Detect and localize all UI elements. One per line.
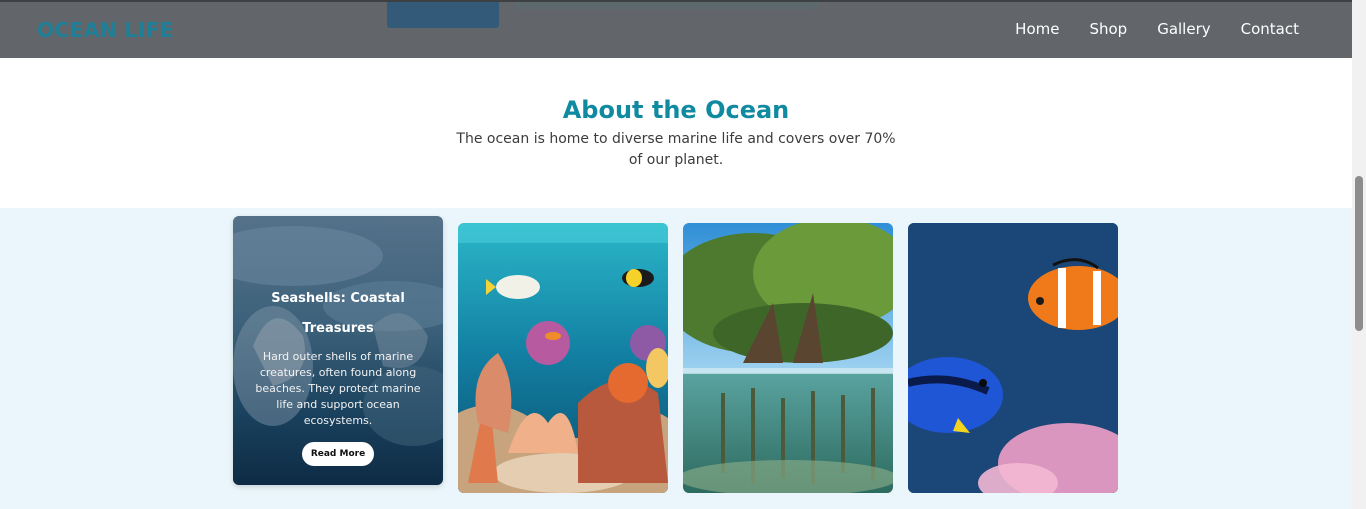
scrollbar-thumb[interactable] bbox=[1355, 176, 1363, 331]
about-text: The ocean is home to diverse marine life… bbox=[456, 131, 896, 168]
gallery-section: Seashells: Coastal Treasures Hard outer … bbox=[0, 208, 1352, 509]
card-title: Seashells: Coastal Treasures bbox=[271, 291, 405, 336]
card-description: Hard outer shells of marine creatures, o… bbox=[255, 350, 421, 427]
clownfish-card[interactable] bbox=[908, 223, 1118, 493]
page-scrollbar[interactable] bbox=[1352, 0, 1366, 509]
read-more-button[interactable]: Read More bbox=[302, 442, 374, 466]
seashell-card[interactable]: Seashells: Coastal Treasures Hard outer … bbox=[233, 216, 443, 485]
coral-reef-card[interactable] bbox=[458, 223, 668, 493]
clownfish-tang-image bbox=[908, 223, 1118, 493]
nav-home[interactable]: Home bbox=[1015, 20, 1059, 38]
underlying-hero-text bbox=[515, 2, 820, 10]
main-nav: Home Shop Gallery Contact bbox=[1015, 20, 1299, 38]
site-header: OCEAN LIFE Home Shop Gallery Contact bbox=[0, 0, 1352, 58]
mangrove-image bbox=[683, 223, 893, 493]
about-title: About the Ocean bbox=[562, 96, 790, 124]
site-logo[interactable]: OCEAN LIFE bbox=[37, 18, 174, 42]
coral-reef-image bbox=[458, 223, 668, 493]
mangrove-card[interactable] bbox=[683, 223, 893, 493]
nav-shop[interactable]: Shop bbox=[1089, 20, 1127, 38]
underlying-hero-block bbox=[387, 2, 499, 28]
nav-gallery[interactable]: Gallery bbox=[1157, 20, 1210, 38]
nav-contact[interactable]: Contact bbox=[1241, 20, 1299, 38]
